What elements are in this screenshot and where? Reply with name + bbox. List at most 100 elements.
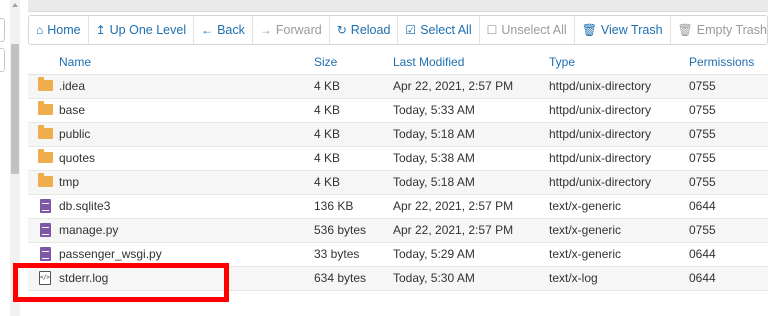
home-label: Home bbox=[47, 23, 81, 37]
select-all-button[interactable]: ☑ Select All bbox=[398, 16, 480, 44]
reload-button[interactable]: ↻ Reload bbox=[330, 16, 399, 44]
left-panel-edge bbox=[0, 0, 28, 316]
back-button[interactable]: ← Back bbox=[194, 16, 253, 44]
file-name: passenger_wsgi.py bbox=[59, 246, 162, 261]
file-name-cell[interactable]: .idea bbox=[28, 74, 314, 99]
last-modified: Today, 5:18 AM bbox=[393, 170, 549, 195]
mime-type: text/x-generic bbox=[549, 194, 689, 219]
empty-trash-button[interactable]: 🗑 Empty Trash bbox=[671, 16, 768, 44]
file-name-cell[interactable]: stderr.log bbox=[28, 266, 314, 291]
vertical-scrollbar[interactable] bbox=[10, 0, 20, 316]
file-name-cell[interactable]: tmp bbox=[28, 170, 314, 195]
file-size: 4 KB bbox=[314, 98, 393, 123]
table-header-row: Name Size Last Modified Type Permissions bbox=[28, 50, 768, 75]
file-name-cell[interactable]: quotes bbox=[28, 146, 314, 171]
file-name: tmp bbox=[59, 175, 80, 189]
last-modified: Today, 5:38 AM bbox=[393, 146, 549, 171]
last-modified: Today, 5:33 AM bbox=[393, 98, 549, 123]
trash-icon: 🗑 bbox=[581, 23, 597, 37]
scroll-thumb[interactable] bbox=[11, 44, 19, 174]
empty-trash-label: Empty Trash bbox=[696, 23, 767, 37]
table-row[interactable]: manage.py 536 bytes Apr 22, 2021, 2:57 PM t… bbox=[28, 218, 768, 243]
file-name-cell[interactable]: base bbox=[28, 98, 314, 123]
folder-icon bbox=[37, 173, 53, 188]
folder-icon bbox=[37, 125, 53, 140]
permissions: 0755 bbox=[689, 170, 768, 195]
checked-box-icon: ☑ bbox=[405, 23, 417, 37]
file-name: base bbox=[59, 103, 86, 117]
text-file-icon bbox=[39, 199, 51, 214]
file-size: 4 KB bbox=[314, 146, 393, 171]
mime-type: httpd/unix-directory bbox=[549, 146, 689, 171]
arrow-right-icon: → bbox=[259, 23, 272, 37]
file-size: 4 KB bbox=[314, 122, 393, 147]
file-name: public bbox=[59, 127, 91, 141]
file-size: 4 KB bbox=[314, 74, 393, 99]
permissions: 0755 bbox=[689, 218, 768, 243]
up-one-level-button[interactable]: ↥ Up One Level bbox=[89, 16, 195, 44]
file-name-cell[interactable]: manage.py bbox=[28, 218, 314, 243]
table-row[interactable]: stderr.log 634 bytesToday, 5:30 AMtext/x-… bbox=[28, 266, 768, 291]
top-bar-shade bbox=[28, 0, 768, 12]
mime-type: httpd/unix-directory bbox=[549, 122, 689, 147]
file-name-cell[interactable]: db.sqlite3 bbox=[28, 194, 314, 219]
column-header-last-modified[interactable]: Last Modified bbox=[393, 50, 549, 75]
mime-type: text/x-generic bbox=[549, 242, 689, 267]
left-panel-control[interactable] bbox=[0, 18, 5, 42]
folder-icon bbox=[37, 101, 53, 116]
permissions: 0755 bbox=[689, 74, 768, 99]
table-row[interactable]: passenger_wsgi.py 33 bytes Today, 5:29 AM t… bbox=[28, 242, 768, 267]
permissions: 0755 bbox=[689, 122, 768, 147]
mime-type: text/x-log bbox=[549, 266, 689, 291]
file-name: db.sqlite3 bbox=[59, 198, 111, 213]
column-header-name[interactable]: Name bbox=[28, 50, 314, 75]
permissions: 0644 bbox=[689, 242, 768, 267]
file-name-cell[interactable]: public bbox=[28, 122, 314, 147]
last-modified: Apr 22, 2021, 2:57 PM bbox=[393, 74, 549, 99]
home-icon: ⌂ bbox=[36, 23, 44, 37]
text-file-icon bbox=[39, 247, 51, 262]
scroll-up-arrow-icon[interactable] bbox=[10, 0, 20, 10]
file-size: 536 bytes bbox=[314, 218, 393, 243]
level-up-icon: ↥ bbox=[95, 23, 106, 37]
reload-label: Reload bbox=[350, 23, 391, 37]
table-row[interactable]: .idea 4 KB Apr 22, 2021, 2:57 PM httpd/unix… bbox=[28, 74, 768, 99]
log-file-icon bbox=[39, 271, 51, 286]
file-name: stderr.log bbox=[59, 270, 109, 285]
file-toolbar: ⌂ Home ↥ Up One Level ← Back → Forward ↻… bbox=[28, 15, 768, 45]
file-size: 4 KB bbox=[314, 170, 393, 195]
table-row[interactable]: public 4 KB Today, 5:18 AM httpd/unix-direc… bbox=[28, 122, 768, 147]
up-one-level-label: Up One Level bbox=[109, 23, 187, 37]
file-name-cell[interactable]: passenger_wsgi.py bbox=[28, 242, 314, 267]
table-row[interactable]: tmp 4 KB Today, 5:18 AM httpd/unix-director… bbox=[28, 170, 768, 195]
empty-box-icon: ☐ bbox=[486, 23, 498, 37]
view-trash-label: View Trash bbox=[600, 23, 663, 37]
table-row[interactable]: base 4 KB Today, 5:33 AM httpd/unix-directo… bbox=[28, 98, 768, 123]
view-trash-button[interactable]: 🗑 View Trash bbox=[575, 16, 671, 44]
table-row[interactable]: quotes 4 KB Today, 5:38 AM httpd/unix-direc… bbox=[28, 146, 768, 171]
text-file-icon bbox=[39, 223, 51, 238]
left-panel-control[interactable] bbox=[0, 48, 5, 72]
forward-label: Forward bbox=[275, 23, 322, 37]
permissions: 0644 bbox=[689, 266, 768, 291]
last-modified: Today, 5:30 AM bbox=[393, 266, 549, 291]
mime-type: httpd/unix-directory bbox=[549, 98, 689, 123]
column-header-size[interactable]: Size bbox=[314, 50, 393, 75]
unselect-all-button[interactable]: ☐ Unselect All bbox=[480, 16, 575, 44]
trash-icon: 🗑 bbox=[677, 23, 693, 37]
file-size: 136 KB bbox=[314, 194, 393, 219]
column-header-type[interactable]: Type bbox=[549, 50, 689, 75]
last-modified: Apr 22, 2021, 2:57 PM bbox=[393, 194, 549, 219]
last-modified: Today, 5:29 AM bbox=[393, 242, 549, 267]
column-header-permissions[interactable]: Permissions bbox=[689, 50, 768, 75]
permissions: 0755 bbox=[689, 146, 768, 171]
unselect-all-label: Unselect All bbox=[501, 23, 567, 37]
folder-icon bbox=[37, 77, 53, 92]
refresh-icon: ↻ bbox=[336, 23, 347, 37]
mime-type: text/x-generic bbox=[549, 218, 689, 243]
mime-type: httpd/unix-directory bbox=[549, 170, 689, 195]
table-row[interactable]: db.sqlite3 136 KB Apr 22, 2021, 2:57 PM tex… bbox=[28, 194, 768, 219]
forward-button[interactable]: → Forward bbox=[253, 16, 330, 44]
folder-icon bbox=[37, 149, 53, 164]
home-button[interactable]: ⌂ Home bbox=[29, 16, 89, 44]
